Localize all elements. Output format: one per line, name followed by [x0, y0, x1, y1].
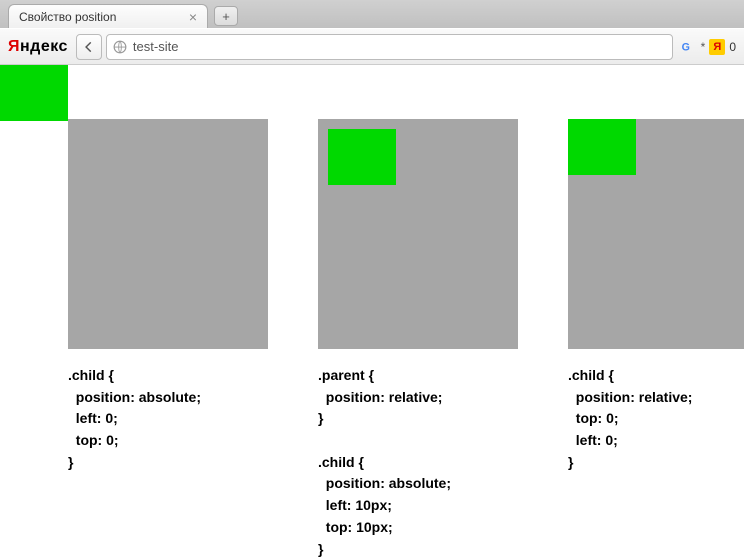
- tab-title: Свойство position: [19, 10, 116, 24]
- browser-chrome: Свойство position × + Яндекс test-site G…: [0, 0, 744, 65]
- example2-child-box: [328, 129, 396, 185]
- yandex-logo[interactable]: Яндекс: [8, 38, 68, 56]
- brand-ndex: ндекс: [20, 38, 68, 55]
- example1-code: .child { position: absolute; left: 0; to…: [68, 365, 268, 473]
- example2-parent-box: [318, 119, 518, 349]
- brand-ya: Я: [8, 38, 20, 55]
- browser-tab[interactable]: Свойство position ×: [8, 4, 208, 28]
- address-text: test-site: [133, 39, 179, 54]
- toolbar-right: G * Я 0: [681, 39, 736, 55]
- example3-code: .child { position: relative; top: 0; lef…: [568, 365, 744, 473]
- examples-row: .child { position: absolute; left: 0; to…: [0, 65, 744, 560]
- badge-count: 0: [729, 40, 736, 54]
- back-button[interactable]: [76, 34, 102, 60]
- new-tab-button[interactable]: +: [214, 6, 238, 26]
- tab-bar: Свойство position × +: [0, 0, 744, 28]
- globe-icon: [113, 40, 127, 54]
- arrow-left-icon: [82, 40, 96, 54]
- page-content: .child { position: absolute; left: 0; to…: [0, 65, 744, 559]
- example3-parent-box: [568, 119, 744, 349]
- example-3: .child { position: relative; top: 0; lef…: [568, 119, 744, 560]
- example1-parent-box: [68, 119, 268, 349]
- example-1: .child { position: absolute; left: 0; to…: [68, 119, 268, 560]
- example-2: .parent { position: relative; } .child {…: [318, 119, 518, 560]
- toolbar: Яндекс test-site G * Я 0: [0, 28, 744, 64]
- yandex-icon[interactable]: Я: [709, 39, 725, 55]
- svg-text:G: G: [681, 41, 689, 53]
- close-icon[interactable]: ×: [189, 10, 197, 24]
- star-label: *: [701, 40, 706, 54]
- example2-code: .parent { position: relative; } .child {…: [318, 365, 518, 560]
- google-icon[interactable]: G: [681, 39, 697, 55]
- address-bar[interactable]: test-site: [106, 34, 673, 60]
- example3-child-box: [568, 119, 636, 175]
